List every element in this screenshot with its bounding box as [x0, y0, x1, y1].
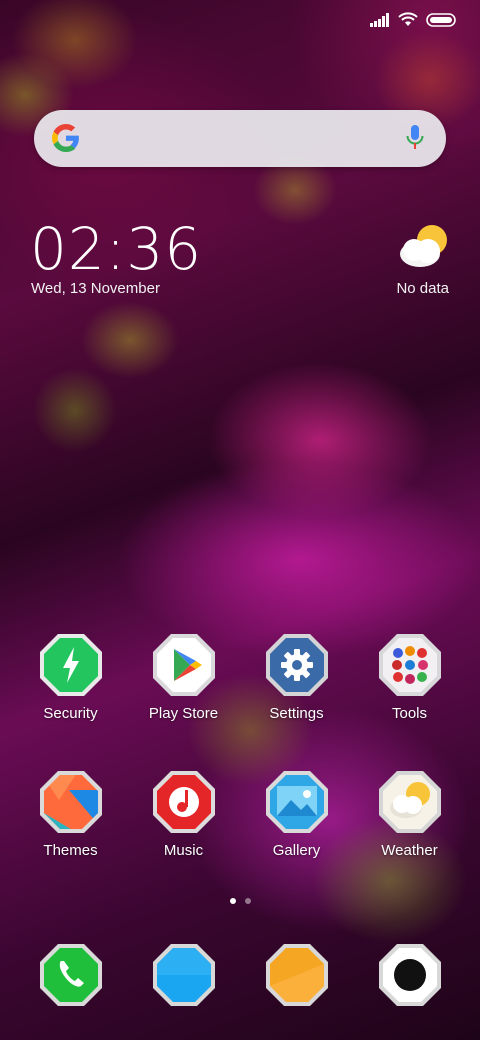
weather-app-icon [378, 771, 441, 833]
app-weather[interactable]: Weather [353, 770, 466, 859]
app-label: Gallery [272, 842, 321, 859]
tools-folder-icon [378, 634, 441, 696]
app-label: Themes [43, 842, 98, 859]
dock-phone[interactable] [14, 943, 127, 1007]
weather-status: No data [396, 280, 449, 297]
app-label: Tools [391, 705, 428, 722]
search-bar[interactable] [34, 110, 446, 167]
google-g-icon [52, 124, 79, 152]
play-store-icon [152, 634, 215, 696]
app-label: Play Store [148, 705, 219, 722]
app-play-store[interactable]: Play Store [127, 633, 240, 722]
app-tools-folder[interactable]: Tools [353, 633, 466, 722]
browser-icon [265, 944, 328, 1006]
signal-icon [370, 12, 389, 27]
dock-camera[interactable] [353, 943, 466, 1007]
status-bar [370, 12, 456, 27]
page-indicator[interactable] [0, 898, 480, 904]
gallery-icon [265, 771, 328, 833]
themes-icon [39, 771, 102, 833]
app-label: Security [43, 705, 98, 722]
app-label: Weather [381, 842, 438, 859]
app-settings[interactable]: Settings [240, 633, 353, 722]
battery-icon [426, 12, 456, 27]
dock-browser[interactable] [240, 943, 353, 1007]
app-security[interactable]: Security [14, 633, 127, 722]
phone-icon [39, 944, 102, 1006]
microphone-icon[interactable] [406, 125, 424, 151]
security-bolt-icon [39, 634, 102, 696]
music-icon [152, 771, 215, 833]
dock [14, 943, 466, 1007]
wifi-icon [398, 12, 418, 26]
camera-icon [378, 944, 441, 1006]
clock-time[interactable]: 02:36 [30, 214, 202, 284]
app-themes[interactable]: Themes [14, 770, 127, 859]
app-label: Music [163, 842, 204, 859]
messages-icon [152, 944, 215, 1006]
dock-messages[interactable] [127, 943, 240, 1007]
app-gallery[interactable]: Gallery [240, 770, 353, 859]
app-row-2: Themes Music Gallery Weather [14, 770, 466, 859]
gear-icon [265, 634, 328, 696]
app-label: Settings [269, 705, 324, 722]
partly-cloudy-icon[interactable] [398, 224, 450, 270]
page-dot[interactable] [244, 898, 251, 904]
page-dot-active[interactable] [229, 898, 236, 904]
app-music[interactable]: Music [127, 770, 240, 859]
clock-date: Wed, 13 November [31, 280, 160, 297]
app-row-1: Security Play Store Settings Tools [14, 633, 466, 722]
